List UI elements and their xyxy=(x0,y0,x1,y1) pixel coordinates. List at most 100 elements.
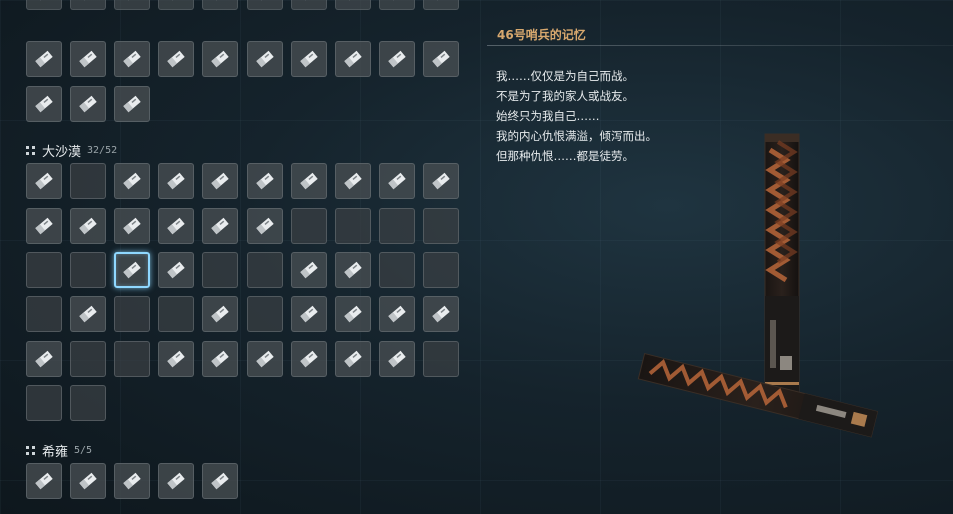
memory-slot[interactable] xyxy=(378,0,415,10)
section-name: 希雍 xyxy=(42,444,69,460)
memory-shard-icon xyxy=(121,48,143,70)
empty-memory-slot[interactable] xyxy=(158,296,195,332)
empty-memory-slot[interactable] xyxy=(422,341,459,377)
memory-slot[interactable] xyxy=(114,86,151,122)
memory-slot[interactable] xyxy=(290,163,327,199)
empty-memory-slot[interactable] xyxy=(26,385,62,421)
memory-slot[interactable] xyxy=(246,0,283,10)
memory-slot[interactable] xyxy=(378,41,415,77)
memory-slot[interactable] xyxy=(378,163,415,199)
memory-slot[interactable] xyxy=(114,163,151,199)
empty-memory-slot[interactable] xyxy=(70,163,107,199)
memory-slot[interactable] xyxy=(378,296,415,332)
memory-slot[interactable] xyxy=(246,163,283,199)
memory-slot[interactable] xyxy=(246,208,283,244)
memory-slot[interactable] xyxy=(290,0,327,10)
memory-shard-icon xyxy=(121,0,143,3)
horizontal-stick xyxy=(637,352,879,438)
memory-slot[interactable] xyxy=(158,163,195,199)
memory-slot[interactable] xyxy=(334,41,371,77)
memory-shard-icon xyxy=(77,470,99,492)
empty-memory-slot[interactable] xyxy=(422,208,459,244)
memory-slot[interactable] xyxy=(26,341,62,377)
memory-shard-icon xyxy=(342,348,364,370)
empty-memory-slot[interactable] xyxy=(70,385,107,421)
memory-slot[interactable] xyxy=(202,463,239,499)
memory-slot[interactable] xyxy=(158,341,195,377)
memory-slot[interactable] xyxy=(246,41,283,77)
vertical-stick xyxy=(764,133,800,405)
memory-slot[interactable] xyxy=(422,163,459,199)
memory-slot[interactable] xyxy=(202,208,239,244)
memory-slot[interactable] xyxy=(202,41,239,77)
empty-memory-slot[interactable] xyxy=(26,252,62,288)
memory-slot[interactable] xyxy=(114,0,151,10)
memory-slot[interactable] xyxy=(334,0,371,10)
memory-slot[interactable] xyxy=(114,463,151,499)
selected-memory-slot[interactable] xyxy=(114,252,151,288)
empty-memory-slot[interactable] xyxy=(378,208,415,244)
empty-memory-slot[interactable] xyxy=(70,341,107,377)
memory-slot[interactable] xyxy=(202,341,239,377)
empty-memory-slot[interactable] xyxy=(378,252,415,288)
memory-slot[interactable] xyxy=(290,296,327,332)
memory-shard-icon xyxy=(165,48,187,70)
memory-slot[interactable] xyxy=(158,208,195,244)
memory-slot[interactable] xyxy=(70,86,107,122)
memory-slot[interactable] xyxy=(114,208,151,244)
memory-shard-icon xyxy=(209,215,231,237)
empty-memory-slot[interactable] xyxy=(290,208,327,244)
empty-memory-slot[interactable] xyxy=(114,341,151,377)
empty-memory-slot[interactable] xyxy=(202,252,239,288)
memory-slot[interactable] xyxy=(334,163,371,199)
memory-shard-icon xyxy=(386,170,408,192)
memory-shard-icon xyxy=(165,259,187,281)
memory-slot[interactable] xyxy=(378,341,415,377)
memory-slot[interactable] xyxy=(158,252,195,288)
empty-memory-slot[interactable] xyxy=(334,208,371,244)
memory-slot[interactable] xyxy=(246,341,283,377)
memory-shard-icon xyxy=(209,170,231,192)
memory-slot[interactable] xyxy=(26,208,62,244)
memory-shard-icon xyxy=(254,0,276,3)
empty-memory-slot[interactable] xyxy=(26,296,62,332)
memory-slot[interactable] xyxy=(290,341,327,377)
memory-slot[interactable] xyxy=(202,296,239,332)
memory-slot[interactable] xyxy=(26,163,62,199)
empty-memory-slot[interactable] xyxy=(114,296,151,332)
memory-slot[interactable] xyxy=(422,0,459,10)
memory-slot[interactable] xyxy=(334,296,371,332)
memory-slot[interactable] xyxy=(70,296,107,332)
memory-slot[interactable] xyxy=(26,463,62,499)
empty-memory-slot[interactable] xyxy=(246,252,283,288)
memory-slot[interactable] xyxy=(114,41,151,77)
memory-slot[interactable] xyxy=(70,463,107,499)
memory-slot[interactable] xyxy=(26,86,62,122)
memory-slot[interactable] xyxy=(158,463,195,499)
memory-slot[interactable] xyxy=(422,41,459,77)
memory-slot[interactable] xyxy=(158,0,195,10)
memory-slot[interactable] xyxy=(26,41,62,77)
memory-slot[interactable] xyxy=(202,0,239,10)
memory-slot[interactable] xyxy=(334,341,371,377)
memory-slot[interactable] xyxy=(422,296,459,332)
memory-slot[interactable] xyxy=(70,208,107,244)
empty-memory-slot[interactable] xyxy=(422,252,459,288)
memory-slot[interactable] xyxy=(158,41,195,77)
memory-slot[interactable] xyxy=(202,163,239,199)
memory-shard-icon xyxy=(342,0,364,3)
memory-slot[interactable] xyxy=(70,0,107,10)
empty-memory-slot[interactable] xyxy=(70,252,107,288)
memory-shard-icon xyxy=(165,470,187,492)
memory-shard-icon xyxy=(254,215,276,237)
memory-slot[interactable] xyxy=(334,252,371,288)
memory-shard-icon xyxy=(121,170,143,192)
memory-shard-icon xyxy=(298,48,320,70)
memory-shard-icon xyxy=(298,0,320,3)
empty-memory-slot[interactable] xyxy=(246,296,283,332)
memory-slot[interactable] xyxy=(70,41,107,77)
section-header: 希雍 5/5 xyxy=(26,441,92,460)
memory-slot[interactable] xyxy=(290,252,327,288)
memory-slot[interactable] xyxy=(26,0,62,10)
memory-slot[interactable] xyxy=(290,41,327,77)
